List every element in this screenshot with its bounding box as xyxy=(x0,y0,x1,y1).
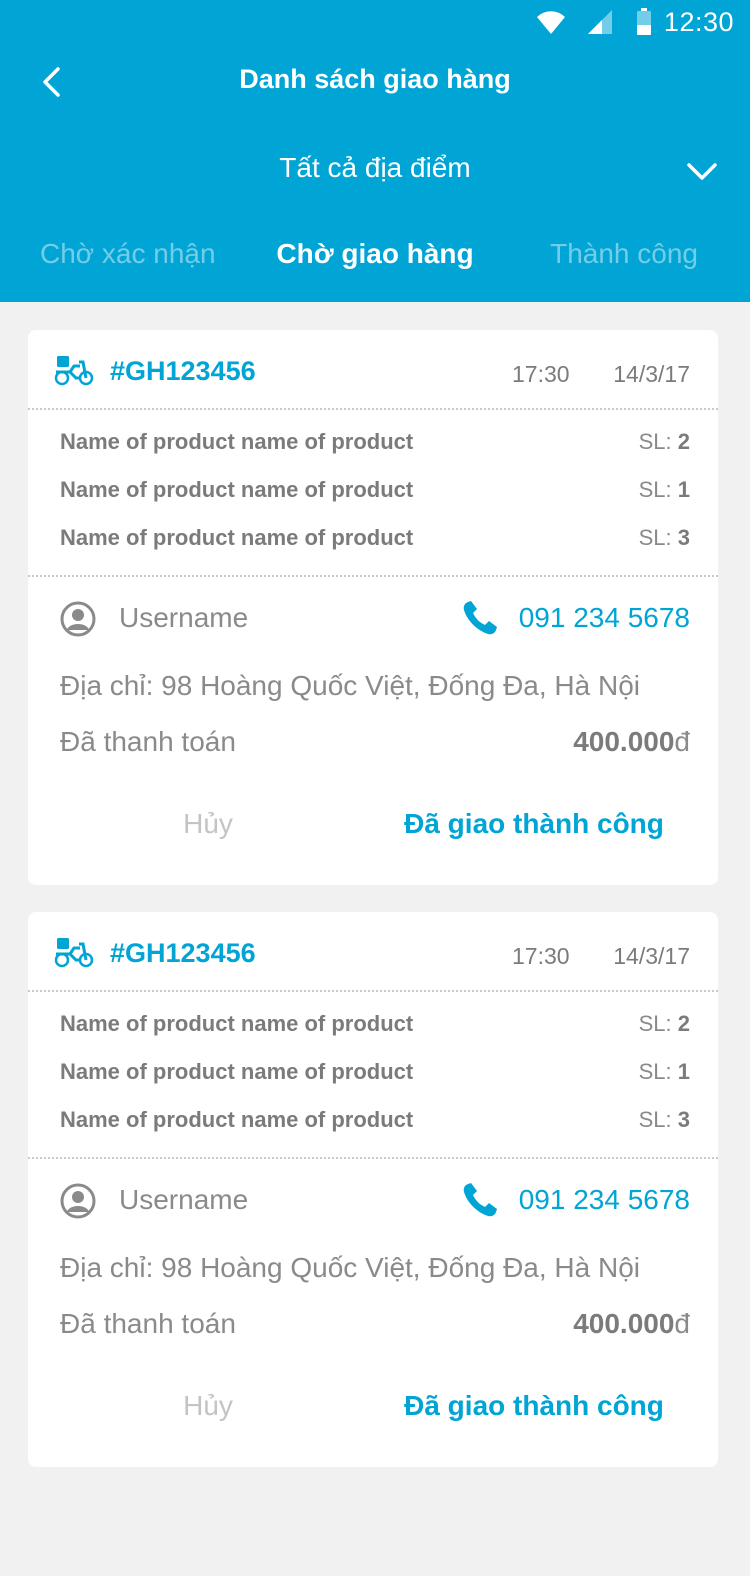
status-tabs: Chờ xác nhận Chờ giao hàng Thành công xyxy=(0,228,750,288)
battery-icon xyxy=(636,8,651,35)
app-header: 12:30 Danh sách giao hàng Tất cả địa điể… xyxy=(0,0,750,302)
product-row: Name of product name of product SL: 2 xyxy=(60,429,690,459)
product-qty: SL: 2 xyxy=(638,429,690,454)
signal-icon xyxy=(587,10,612,34)
product-name: Name of product name of product xyxy=(60,1107,414,1132)
delivery-bike-icon xyxy=(54,356,94,386)
product-name: Name of product name of product xyxy=(60,1059,414,1084)
product-qty: SL: 1 xyxy=(638,1059,690,1084)
divider xyxy=(28,1157,718,1159)
cancel-button[interactable]: Hủy xyxy=(148,808,268,852)
cancel-button[interactable]: Hủy xyxy=(148,1390,268,1434)
status-time: 12:30 xyxy=(663,6,734,37)
delivery-address: Địa chỉ: 98 Hoàng Quốc Việt, Đống Đa, Hà… xyxy=(60,670,641,701)
product-name: Name of product name of product xyxy=(60,525,414,550)
customer-phone[interactable]: 091 234 5678 xyxy=(519,602,690,634)
location-filter-dropdown[interactable]: Tất cả địa điểm xyxy=(0,140,750,200)
product-row: Name of product name of product SL: 3 xyxy=(60,525,690,555)
chevron-down-icon xyxy=(682,154,722,190)
product-qty: SL: 1 xyxy=(638,477,690,502)
order-time: 17:30 xyxy=(512,943,570,969)
paid-amount: 400.000đ xyxy=(573,1308,690,1339)
product-row: Name of product name of product SL: 2 xyxy=(60,1011,690,1041)
top-bar: Danh sách giao hàng xyxy=(0,52,750,112)
order-header: #GH123456 17:30 14/3/17 xyxy=(28,330,718,410)
delivery-address: Địa chỉ: 98 Hoàng Quốc Việt, Đống Đa, Hà… xyxy=(60,1252,641,1283)
wifi-icon xyxy=(536,11,565,34)
delivered-success-button[interactable]: Đã giao thành công xyxy=(404,808,664,852)
order-time: 17:30 xyxy=(512,361,570,387)
product-name: Name of product name of product xyxy=(60,1011,414,1036)
product-qty: SL: 3 xyxy=(638,1107,690,1132)
delivered-success-button[interactable]: Đã giao thành công xyxy=(404,1390,664,1434)
phone-icon[interactable] xyxy=(462,1182,498,1218)
order-date: 14/3/17 xyxy=(613,361,690,387)
order-id: #GH123456 xyxy=(110,938,256,968)
divider xyxy=(28,990,718,992)
divider xyxy=(28,408,718,410)
tab-thanh-cong[interactable]: Thành công xyxy=(550,238,698,270)
divider xyxy=(28,575,718,577)
user-avatar-icon xyxy=(60,601,96,637)
delivery-bike-icon xyxy=(54,938,94,968)
customer-phone[interactable]: 091 234 5678 xyxy=(519,1184,690,1216)
order-card: #GH123456 17:30 14/3/17 Name of product … xyxy=(28,912,718,1467)
product-qty: SL: 3 xyxy=(638,525,690,550)
page-title: Danh sách giao hàng xyxy=(239,64,511,94)
paid-label: Đã thanh toán xyxy=(60,1308,236,1339)
customer-username: Username xyxy=(119,1184,249,1215)
order-card: #GH123456 17:30 14/3/17 Name of product … xyxy=(28,330,718,885)
user-avatar-icon xyxy=(60,1183,96,1219)
product-row: Name of product name of product SL: 1 xyxy=(60,477,690,507)
customer-username: Username xyxy=(119,602,249,633)
product-row: Name of product name of product SL: 1 xyxy=(60,1059,690,1089)
paid-label: Đã thanh toán xyxy=(60,726,236,757)
order-date: 14/3/17 xyxy=(613,943,690,969)
order-header: #GH123456 17:30 14/3/17 xyxy=(28,912,718,992)
paid-amount: 400.000đ xyxy=(573,726,690,757)
product-row: Name of product name of product SL: 3 xyxy=(60,1107,690,1137)
phone-icon[interactable] xyxy=(462,600,498,636)
status-bar: 12:30 xyxy=(0,0,750,44)
status-icons: 12:30 xyxy=(536,6,734,38)
product-name: Name of product name of product xyxy=(60,477,414,502)
location-filter-label: Tất cả địa điểm xyxy=(279,152,471,183)
order-id: #GH123456 xyxy=(110,356,256,386)
product-name: Name of product name of product xyxy=(60,429,414,454)
product-qty: SL: 2 xyxy=(638,1011,690,1036)
